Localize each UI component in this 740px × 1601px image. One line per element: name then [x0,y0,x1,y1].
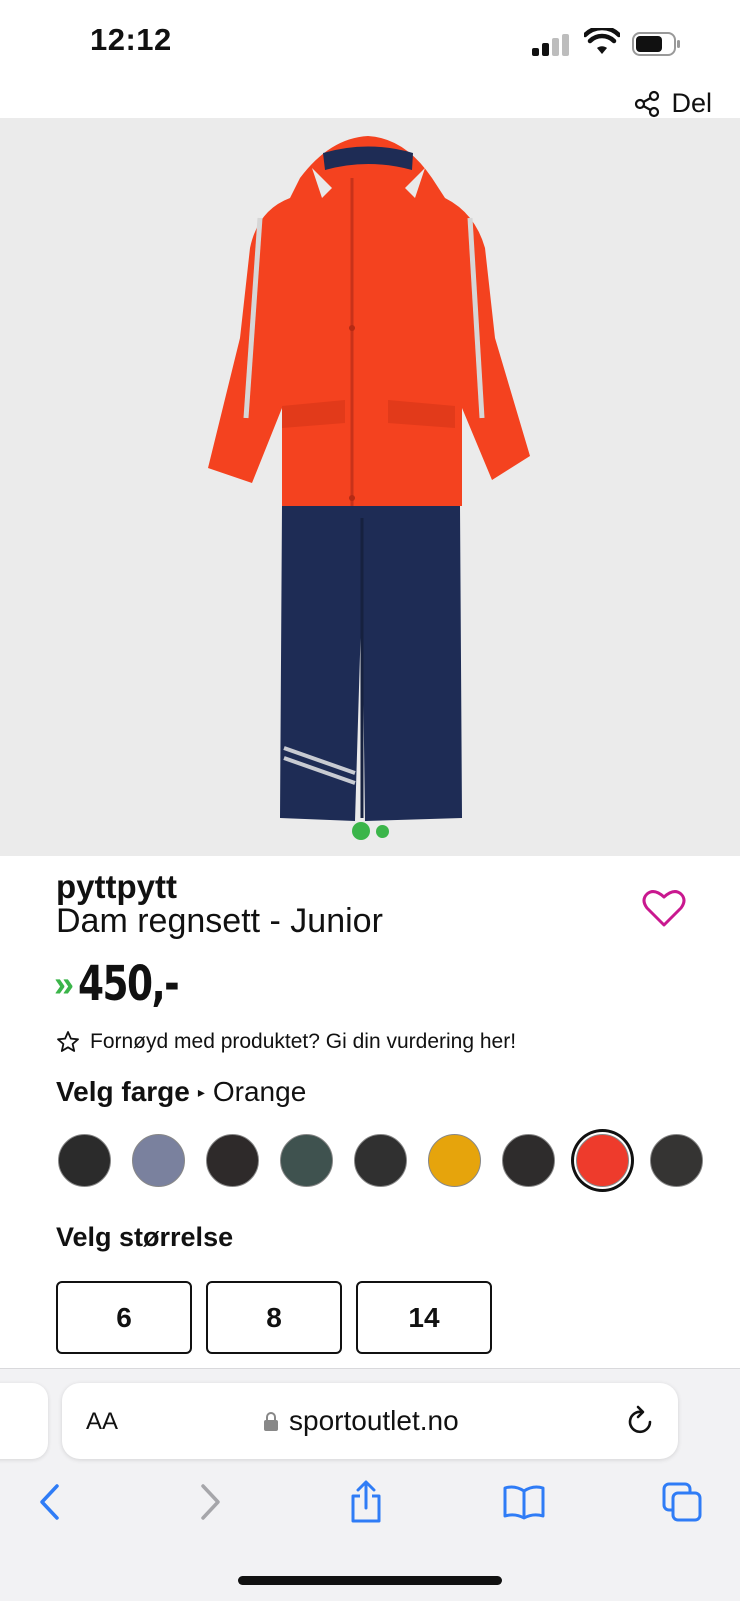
forward-button[interactable] [186,1478,234,1526]
color-selector-header: Velg farge ▸ Orange [56,1076,306,1108]
share-label: Del [671,88,712,118]
home-indicator [238,1576,502,1585]
lock-icon [264,1412,278,1431]
caret-right-icon: ▸ [197,1083,205,1100]
wifi-icon [584,28,620,54]
product-brand[interactable]: pyttpytt [56,868,177,906]
carousel-dot-active[interactable] [351,822,370,840]
reload-icon[interactable] [624,1404,656,1438]
rating-prompt[interactable]: Fornøyd med produktet? Gi din vurdering … [56,1030,516,1054]
size-option[interactable]: 14 [356,1281,492,1354]
rating-prompt-text: Fornøyd med produktet? Gi din vurdering … [90,1030,517,1053]
price-row: » 450,- [54,956,206,1012]
battery-icon [632,32,680,56]
size-option[interactable]: 6 [56,1281,192,1354]
star-icon [57,1031,79,1052]
color-swatch[interactable] [428,1134,481,1187]
color-swatch[interactable] [58,1134,111,1187]
product-title: Dam regnsett - Junior [56,902,383,940]
selected-color: Orange [212,1076,307,1107]
share-up-icon [351,1480,381,1523]
product-price: 450,- [78,956,180,1012]
price-arrows-icon: » [54,963,74,1004]
carousel-dots[interactable] [0,822,740,840]
chevron-left-icon [40,1484,59,1520]
aa-label: AA [86,1408,119,1435]
share-page-button[interactable] [342,1478,390,1526]
tabs-icon [662,1482,702,1522]
color-swatch[interactable] [354,1134,407,1187]
color-swatch[interactable] [502,1134,555,1187]
size-option[interactable]: 8 [206,1281,342,1354]
url-text: sportoutlet.no [289,1405,459,1436]
color-label: Velg farge [56,1076,190,1107]
color-swatch[interactable] [206,1134,259,1187]
product-image[interactable] [0,118,740,856]
carousel-dot[interactable] [375,825,389,838]
color-swatch[interactable] [650,1134,703,1187]
tabs-button[interactable] [658,1478,706,1526]
book-icon [503,1485,545,1520]
cellular-signal-icon [532,34,572,56]
bookmarks-button[interactable] [500,1478,548,1526]
share-icon [635,90,660,117]
share-button[interactable]: Del [633,88,712,119]
browser-navigation-bar [0,1478,740,1538]
back-button[interactable] [26,1478,74,1526]
color-swatch[interactable] [280,1134,333,1187]
chevron-right-icon [201,1484,220,1520]
heart-icon[interactable] [642,888,686,928]
status-time: 12:12 [90,22,172,57]
size-options: 6 8 14 [56,1281,492,1354]
previous-tab-preview[interactable] [0,1383,48,1459]
rain-suit-illustration [208,136,530,821]
color-swatches [58,1134,703,1187]
color-swatch[interactable] [132,1134,185,1187]
reader-options-button[interactable]: AA [86,1408,118,1436]
color-swatch-selected[interactable] [576,1134,629,1187]
size-label: Velg størrelse [56,1222,234,1252]
url-display[interactable]: sportoutlet.no [263,1405,459,1437]
